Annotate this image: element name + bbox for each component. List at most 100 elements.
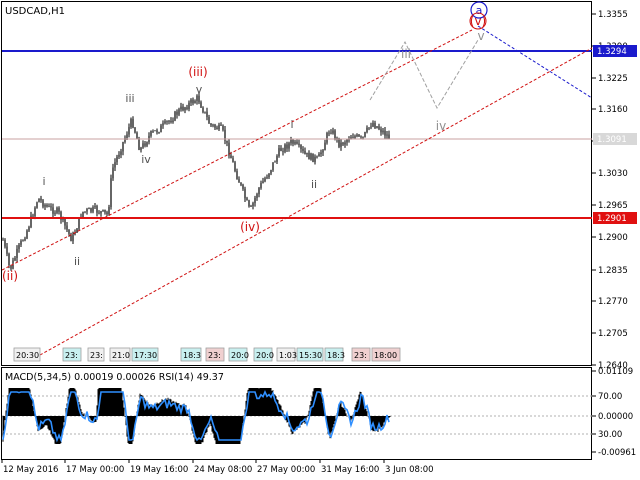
candle-body <box>94 206 96 208</box>
candle-body <box>282 150 284 152</box>
candle-body <box>244 188 246 199</box>
candle-body <box>82 211 84 218</box>
event-tag[interactable]: 18:3 <box>180 347 202 362</box>
candle-body <box>14 257 16 261</box>
candle-body <box>24 238 26 241</box>
candle-body <box>284 144 286 152</box>
candle-body <box>248 200 250 207</box>
candle-body <box>84 211 86 213</box>
event-tag[interactable]: 20:30 <box>13 347 41 362</box>
event-tag-label: 18:3 <box>327 351 345 360</box>
candle-body <box>198 95 200 103</box>
candle-body <box>206 111 208 118</box>
candle-body <box>188 102 190 110</box>
event-tag[interactable]: 23: <box>351 347 371 362</box>
event-tag[interactable]: 18:00 <box>371 347 401 362</box>
candle-body <box>142 143 144 148</box>
candle-body <box>262 181 264 184</box>
chart-window[interactable]: i ii iii iv v (ii) (iii) (iv) (v) i ii iii iv v a 20:3… <box>0 0 640 480</box>
candle-body <box>108 206 110 215</box>
candle-body <box>42 200 44 207</box>
event-tag-label: 23: <box>208 351 221 360</box>
event-tags[interactable]: 20:30 23: 23: 21:0 17:30 18:3 23: 20:0 20:0 1:03 1… <box>13 347 401 362</box>
event-tag[interactable]: 21:0 <box>109 347 131 362</box>
event-tag[interactable]: 20:0 <box>228 347 249 362</box>
candle-body <box>40 198 42 201</box>
candle-body <box>304 150 306 155</box>
candle-body <box>300 145 302 149</box>
event-tag-label: 1:03 <box>279 351 297 360</box>
candle-body <box>286 144 288 149</box>
time-tick-label: 17 May 00:00 <box>66 465 124 475</box>
candle-body <box>278 148 280 156</box>
candle-body <box>230 155 232 159</box>
event-tag[interactable]: 17:30 <box>131 347 159 362</box>
candle-body <box>308 152 310 160</box>
candle-body <box>292 140 294 144</box>
candle-body <box>44 204 46 207</box>
candle-body <box>298 143 300 146</box>
candle-body <box>140 147 142 150</box>
candle-body <box>376 126 378 128</box>
candle-body <box>112 167 114 179</box>
candle-body <box>144 143 146 146</box>
wave-label: v <box>477 29 484 43</box>
candle-body <box>186 107 188 110</box>
event-tag-label: 20:30 <box>16 351 39 360</box>
candle-body <box>58 207 60 212</box>
candle-body <box>364 132 366 137</box>
candle-body <box>110 178 112 207</box>
event-tag-label: 20:0 <box>231 351 249 360</box>
candle-body <box>258 188 260 195</box>
time-tick-label: 3 Jun 08:00 <box>385 465 434 475</box>
candle-body <box>372 122 374 127</box>
candle-body <box>152 131 154 132</box>
candle-body <box>46 204 48 207</box>
event-tag[interactable]: 1:03 <box>276 347 297 362</box>
candle-body <box>146 142 148 146</box>
event-tag[interactable]: 15:30 <box>296 347 324 362</box>
candle-body <box>162 123 164 126</box>
candle-body <box>378 126 380 130</box>
candle-body <box>276 155 278 162</box>
event-tag[interactable]: 23: <box>62 347 82 362</box>
candle-body <box>120 151 122 155</box>
candle-body <box>98 212 100 214</box>
candle-body <box>132 118 134 128</box>
candle-body <box>280 148 282 151</box>
price-tick-label: 1.3225 <box>598 74 628 84</box>
event-tag-label: 21:0 <box>112 351 130 360</box>
wave-label: v <box>196 83 203 96</box>
candle-body <box>100 211 102 214</box>
candle-body <box>8 253 10 266</box>
candle-body <box>210 123 212 126</box>
candle-body <box>314 156 316 163</box>
event-tag[interactable]: 20:0 <box>253 347 274 362</box>
candle-body <box>136 132 138 139</box>
candle-body <box>238 179 240 183</box>
candle-body <box>158 132 160 134</box>
wave-label: i <box>290 118 293 131</box>
candle-body <box>104 209 106 213</box>
candle-body <box>360 136 362 138</box>
candle-body <box>208 117 210 124</box>
candle-body <box>52 207 54 214</box>
event-tag[interactable]: 18:3 <box>324 347 345 362</box>
last-price-tag: 1.3091 <box>597 135 627 145</box>
candle-body <box>260 183 262 189</box>
indicator-tick-label: 0.00000 <box>598 412 633 422</box>
candle-body <box>150 131 152 136</box>
wave-label: (iv) <box>240 220 260 234</box>
candle-body <box>196 95 198 101</box>
event-tag-label: 17:30 <box>134 351 157 360</box>
candle-body <box>384 130 386 136</box>
candle-body <box>190 99 192 103</box>
candle-body <box>252 203 254 207</box>
time-tick-label: 12 May 2016 <box>3 465 58 475</box>
chart-canvas[interactable]: iiiiiiivv(ii)(iii)(iv)(v)iiiiiiivva 20:3… <box>0 0 640 480</box>
event-tag[interactable]: 23: <box>87 347 105 362</box>
candle-body <box>344 142 346 145</box>
event-tag[interactable]: 23: <box>205 347 225 362</box>
bid-price-tag: 1.2901 <box>597 214 627 224</box>
candle-body <box>64 218 66 226</box>
